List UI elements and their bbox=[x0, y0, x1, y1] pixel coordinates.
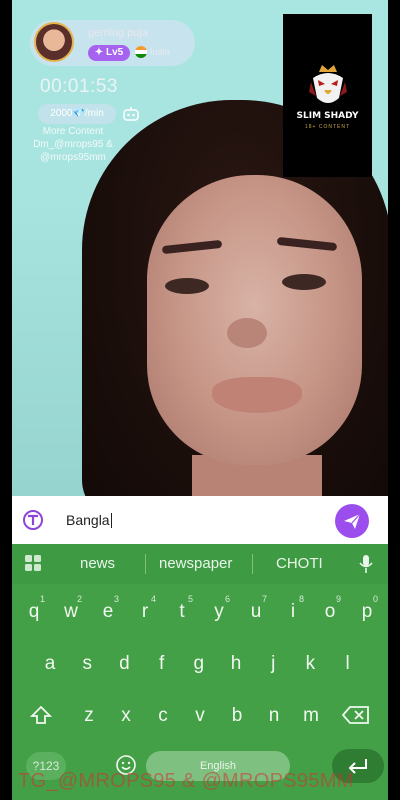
key-n[interactable]: n bbox=[259, 696, 289, 736]
key-y[interactable]: y6 bbox=[204, 592, 234, 632]
host-avatar[interactable] bbox=[34, 22, 74, 62]
key-hint: 4 bbox=[150, 594, 156, 604]
key-hint: 0 bbox=[372, 594, 378, 604]
key-w[interactable]: w2 bbox=[56, 592, 86, 632]
eagle-crown-logo-icon bbox=[309, 65, 347, 103]
key-label: z bbox=[84, 705, 94, 726]
key-p[interactable]: p0 bbox=[352, 592, 382, 632]
suggestion-1[interactable]: news bbox=[80, 555, 115, 572]
send-button[interactable] bbox=[335, 504, 369, 538]
key-l[interactable]: l bbox=[333, 644, 363, 684]
key-label: d bbox=[119, 653, 130, 674]
key-e[interactable]: e3 bbox=[93, 592, 123, 632]
key-label: c bbox=[158, 705, 168, 726]
key-k[interactable]: k bbox=[295, 644, 325, 684]
key-label: g bbox=[193, 653, 205, 674]
key-hint: 3 bbox=[113, 594, 119, 604]
backspace-icon[interactable] bbox=[342, 705, 370, 725]
key-label: h bbox=[230, 653, 242, 674]
host-name: geming puja bbox=[88, 27, 148, 39]
key-label: a bbox=[44, 653, 56, 674]
key-label: r bbox=[141, 601, 149, 622]
key-label: s bbox=[82, 653, 92, 674]
key-i[interactable]: i8 bbox=[278, 592, 308, 632]
key-x[interactable]: x bbox=[111, 696, 141, 736]
logo-title: SLIM SHADY bbox=[296, 111, 359, 121]
key-label: l bbox=[345, 653, 350, 674]
logo-subtitle: 18+ CONTENT bbox=[304, 124, 351, 130]
key-j[interactable]: j bbox=[258, 644, 288, 684]
india-flag-icon bbox=[135, 46, 147, 58]
microphone-icon[interactable] bbox=[358, 554, 374, 574]
key-label: j bbox=[271, 653, 276, 674]
key-s[interactable]: s bbox=[72, 644, 102, 684]
suggestion-3[interactable]: CHOTI bbox=[276, 555, 323, 572]
call-rate-badge: 2000💎/min bbox=[38, 104, 116, 124]
message-input[interactable]: Bangla bbox=[66, 512, 112, 528]
key-hint: 7 bbox=[261, 594, 267, 604]
key-f[interactable]: f bbox=[147, 644, 177, 684]
message-input-bar: Bangla bbox=[12, 496, 388, 544]
key-d[interactable]: d bbox=[109, 644, 139, 684]
key-c[interactable]: c bbox=[148, 696, 178, 736]
key-m[interactable]: m bbox=[296, 696, 326, 736]
key-label: e bbox=[102, 601, 114, 622]
key-label: f bbox=[158, 653, 165, 674]
key-label: x bbox=[121, 705, 131, 726]
logo-overlay: SLIM SHADY 18+ CONTENT bbox=[283, 14, 372, 177]
person-nose bbox=[227, 318, 267, 348]
key-hint: 5 bbox=[187, 594, 193, 604]
apps-grid-icon[interactable] bbox=[25, 555, 41, 571]
promo-text: More Content Dm_@mrops95 & @mrops95mm bbox=[33, 126, 113, 163]
key-hint: 1 bbox=[39, 594, 45, 604]
key-label: n bbox=[268, 705, 280, 726]
level-badge: ✦ Lv5 bbox=[88, 45, 130, 61]
key-hint: 8 bbox=[298, 594, 304, 604]
suggestion-2[interactable]: newspaper bbox=[159, 555, 232, 572]
suggestion-divider bbox=[145, 554, 146, 574]
translate-icon[interactable] bbox=[22, 509, 44, 531]
key-label: q bbox=[28, 601, 40, 622]
key-t[interactable]: t5 bbox=[167, 592, 197, 632]
watermark-text: TG_@MROPS95 & @MROPS95MM bbox=[18, 770, 354, 792]
key-label: m bbox=[303, 705, 319, 726]
key-label: i bbox=[290, 601, 296, 622]
key-v[interactable]: v bbox=[185, 696, 215, 736]
key-q[interactable]: q1 bbox=[19, 592, 49, 632]
robot-icon[interactable] bbox=[121, 106, 141, 124]
key-label: w bbox=[64, 601, 78, 622]
key-g[interactable]: g bbox=[184, 644, 214, 684]
key-hint: 9 bbox=[335, 594, 341, 604]
key-hint: 6 bbox=[224, 594, 230, 604]
suggestion-bar: news newspaper CHOTI bbox=[12, 544, 388, 584]
key-label: t bbox=[179, 601, 185, 622]
call-timer: 00:01:53 bbox=[40, 76, 118, 97]
key-label: v bbox=[195, 705, 205, 726]
text-caret bbox=[110, 513, 112, 528]
left-eye bbox=[165, 278, 209, 294]
key-h[interactable]: h bbox=[221, 644, 251, 684]
keyboard: news newspaper CHOTI q1w2e3r4t5y6u7i8o9p… bbox=[12, 544, 388, 800]
paper-plane-icon bbox=[344, 513, 361, 529]
shift-icon[interactable] bbox=[30, 704, 52, 726]
key-a[interactable]: a bbox=[35, 644, 65, 684]
key-label: o bbox=[324, 601, 336, 622]
right-eye bbox=[282, 274, 326, 290]
key-label: p bbox=[361, 601, 373, 622]
key-u[interactable]: u7 bbox=[241, 592, 271, 632]
key-hint: 2 bbox=[76, 594, 82, 604]
key-z[interactable]: z bbox=[74, 696, 104, 736]
key-r[interactable]: r4 bbox=[130, 592, 160, 632]
key-o[interactable]: o9 bbox=[315, 592, 345, 632]
key-label: y bbox=[214, 601, 224, 622]
key-b[interactable]: b bbox=[222, 696, 252, 736]
key-label: b bbox=[231, 705, 243, 726]
key-label: k bbox=[305, 653, 316, 674]
key-label: u bbox=[250, 601, 262, 622]
person-lips bbox=[212, 377, 302, 413]
suggestion-divider bbox=[252, 554, 253, 574]
host-country: India bbox=[150, 47, 170, 57]
